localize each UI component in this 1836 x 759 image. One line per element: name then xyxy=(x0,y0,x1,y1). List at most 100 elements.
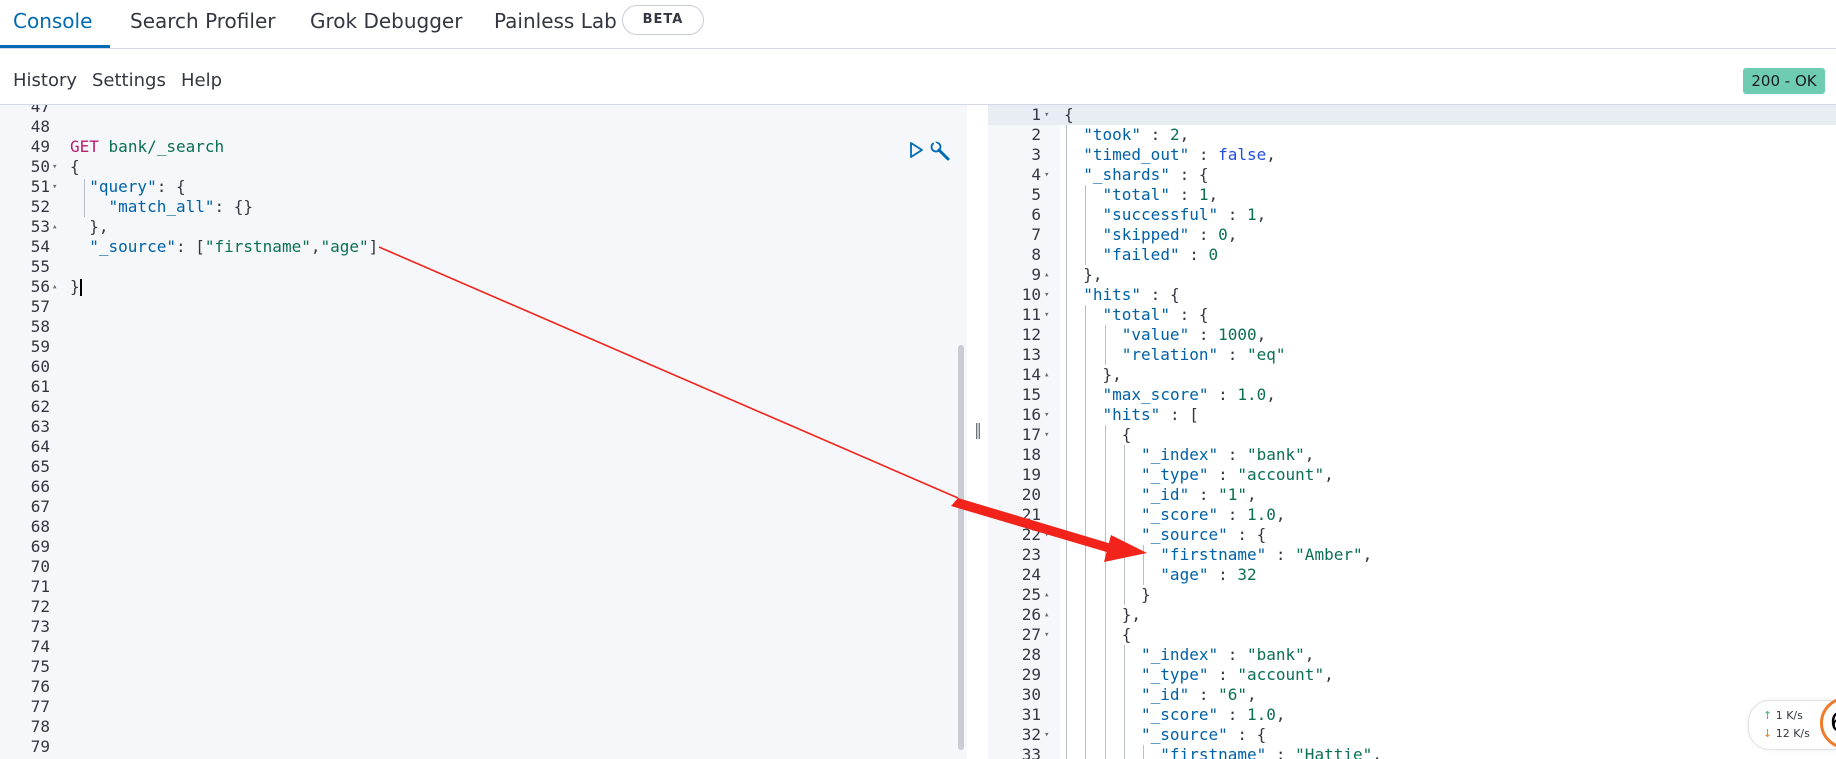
fold-toggle-icon[interactable]: ▴ xyxy=(1044,365,1056,385)
code-token: : xyxy=(1189,685,1219,704)
code-line: "query": { xyxy=(70,177,185,197)
fold-toggle-icon[interactable]: ▾ xyxy=(1044,285,1056,305)
code-token: : { xyxy=(1141,285,1180,304)
line-number: 7 xyxy=(1031,225,1041,244)
fold-toggle-icon[interactable]: ▴ xyxy=(52,217,64,237)
response-line: "skipped" : 0, xyxy=(1103,225,1238,245)
code-token: "timed_out" xyxy=(1083,145,1190,164)
line-number: 69 xyxy=(30,537,50,556)
line-number: 24 xyxy=(1021,565,1041,584)
tab-search-profiler[interactable]: Search Profiler xyxy=(130,9,275,33)
code-token: "relation" xyxy=(1121,345,1219,364)
code-token: bank/_search xyxy=(108,137,225,156)
tab-console[interactable]: Console xyxy=(13,9,92,33)
request-scrollbar[interactable] xyxy=(958,345,964,750)
active-tab-indicator xyxy=(0,45,110,48)
line-number: 51 xyxy=(30,177,50,196)
line-number: 22 xyxy=(1021,525,1041,544)
code-token: 1.0 xyxy=(1247,705,1276,724)
fold-toggle-icon[interactable]: ▾ xyxy=(1044,625,1056,645)
history-button[interactable]: History xyxy=(13,70,77,91)
indent-guide xyxy=(1143,745,1145,759)
response-editor[interactable]: 1 ▾{2 "took" : 2, 3 "timed_out" : false, 4 ▾ "_… xyxy=(988,105,1836,759)
code-token: "successful" xyxy=(1102,205,1219,224)
fold-toggle-icon[interactable]: ▴ xyxy=(1044,265,1056,285)
settings-button[interactable]: Settings xyxy=(92,70,166,91)
response-line: "total" : { xyxy=(1103,305,1209,325)
tab-painless-lab[interactable]: Painless Lab xyxy=(494,9,617,33)
code-token: : xyxy=(1179,245,1209,264)
response-line: "timed_out" : false, xyxy=(1083,145,1276,165)
line-number: 55 xyxy=(30,257,50,276)
response-line: "_score" : 1.0, xyxy=(1141,505,1286,525)
code-token: , xyxy=(1275,705,1286,724)
help-button[interactable]: Help xyxy=(181,70,222,91)
response-line: "age" : 32 xyxy=(1160,565,1256,585)
response-line: "_source" : { xyxy=(1141,525,1266,545)
fold-toggle-icon[interactable]: ▾ xyxy=(52,177,64,197)
fold-toggle-icon[interactable]: ▴ xyxy=(1044,605,1056,625)
code-token: : xyxy=(1218,645,1247,664)
code-token: : xyxy=(1266,545,1296,564)
code-token: 2 xyxy=(1169,125,1180,144)
line-number: 76 xyxy=(30,677,50,696)
line-number: 28 xyxy=(1021,645,1041,664)
fold-toggle-icon[interactable]: ▾ xyxy=(1044,165,1056,185)
code-line: "match_all": {} xyxy=(70,197,254,217)
download-speed-value: 12 xyxy=(1775,727,1790,740)
fold-toggle-icon[interactable]: ▴ xyxy=(52,277,64,297)
tab-grok-debugger[interactable]: Grok Debugger xyxy=(310,9,462,33)
download-arrow-icon: ↓ xyxy=(1763,727,1773,740)
line-number: 50 xyxy=(30,157,50,176)
code-token: , xyxy=(1227,225,1238,244)
fold-toggle-icon[interactable]: ▾ xyxy=(1044,725,1056,745)
line-number: 4 xyxy=(1031,165,1041,184)
indent-guide xyxy=(1085,185,1087,265)
code-token: "account" xyxy=(1237,665,1325,684)
code-token: , xyxy=(1256,325,1267,344)
indent-guide xyxy=(1085,305,1087,759)
fold-toggle-icon[interactable]: ▾ xyxy=(1044,405,1056,425)
code-token: "match_all" xyxy=(108,197,215,216)
code-token: "failed" xyxy=(1102,245,1180,264)
response-line: { xyxy=(1122,425,1132,445)
code-line: } xyxy=(70,277,82,297)
play-icon[interactable] xyxy=(906,140,926,160)
code-token: "_id" xyxy=(1141,685,1190,704)
response-line: } xyxy=(1141,585,1151,605)
fold-toggle-icon[interactable]: ▴ xyxy=(1044,585,1056,605)
code-token: : xyxy=(1208,385,1238,404)
response-line: "relation" : "eq" xyxy=(1122,345,1286,365)
code-token: , xyxy=(1266,145,1276,164)
code-token: "_index" xyxy=(1141,645,1219,664)
code-token: ] xyxy=(368,237,379,256)
line-number: 57 xyxy=(30,297,50,316)
line-number: 2 xyxy=(1031,125,1041,144)
fold-toggle-icon[interactable]: ▾ xyxy=(1044,305,1056,325)
code-token: : { xyxy=(1169,165,1209,184)
line-number: 21 xyxy=(1021,505,1041,524)
pane-resize-handle[interactable]: ‖ xyxy=(972,420,984,442)
code-token: 1.0 xyxy=(1237,385,1267,404)
line-number: 16 xyxy=(1021,405,1041,424)
code-line: "_source": ["firstname","age"] xyxy=(70,237,378,257)
code-token: : { xyxy=(1227,525,1267,544)
code-token: "_index" xyxy=(1141,445,1219,464)
response-line: "_shards" : { xyxy=(1083,165,1208,185)
fold-toggle-icon[interactable]: ▾ xyxy=(1044,525,1056,545)
request-editor[interactable]: 47 48 49 50 ▾ 51 ▾ 52 53 ▴ 54 55 56 ▴ 57 58 59 60 61 62 63 64… xyxy=(0,105,967,759)
fold-toggle-icon[interactable]: ▾ xyxy=(1044,425,1056,445)
wrench-icon[interactable] xyxy=(929,140,951,162)
line-number: 14 xyxy=(1021,365,1041,384)
response-line: "_source" : { xyxy=(1141,725,1266,745)
status-badge: 200 - OK xyxy=(1743,68,1825,94)
line-number: 30 xyxy=(1021,685,1041,704)
fold-toggle-icon[interactable]: ▾ xyxy=(1044,105,1056,125)
upload-arrow-icon: ↑ xyxy=(1763,709,1773,722)
request-code[interactable]: GET bank/_search{ "query": { "match_all"… xyxy=(66,105,967,759)
line-number: 53 xyxy=(30,217,50,236)
line-number: 1 xyxy=(1031,105,1041,124)
code-token: "firstname" xyxy=(1160,545,1267,564)
fold-toggle-icon[interactable]: ▾ xyxy=(52,157,64,177)
